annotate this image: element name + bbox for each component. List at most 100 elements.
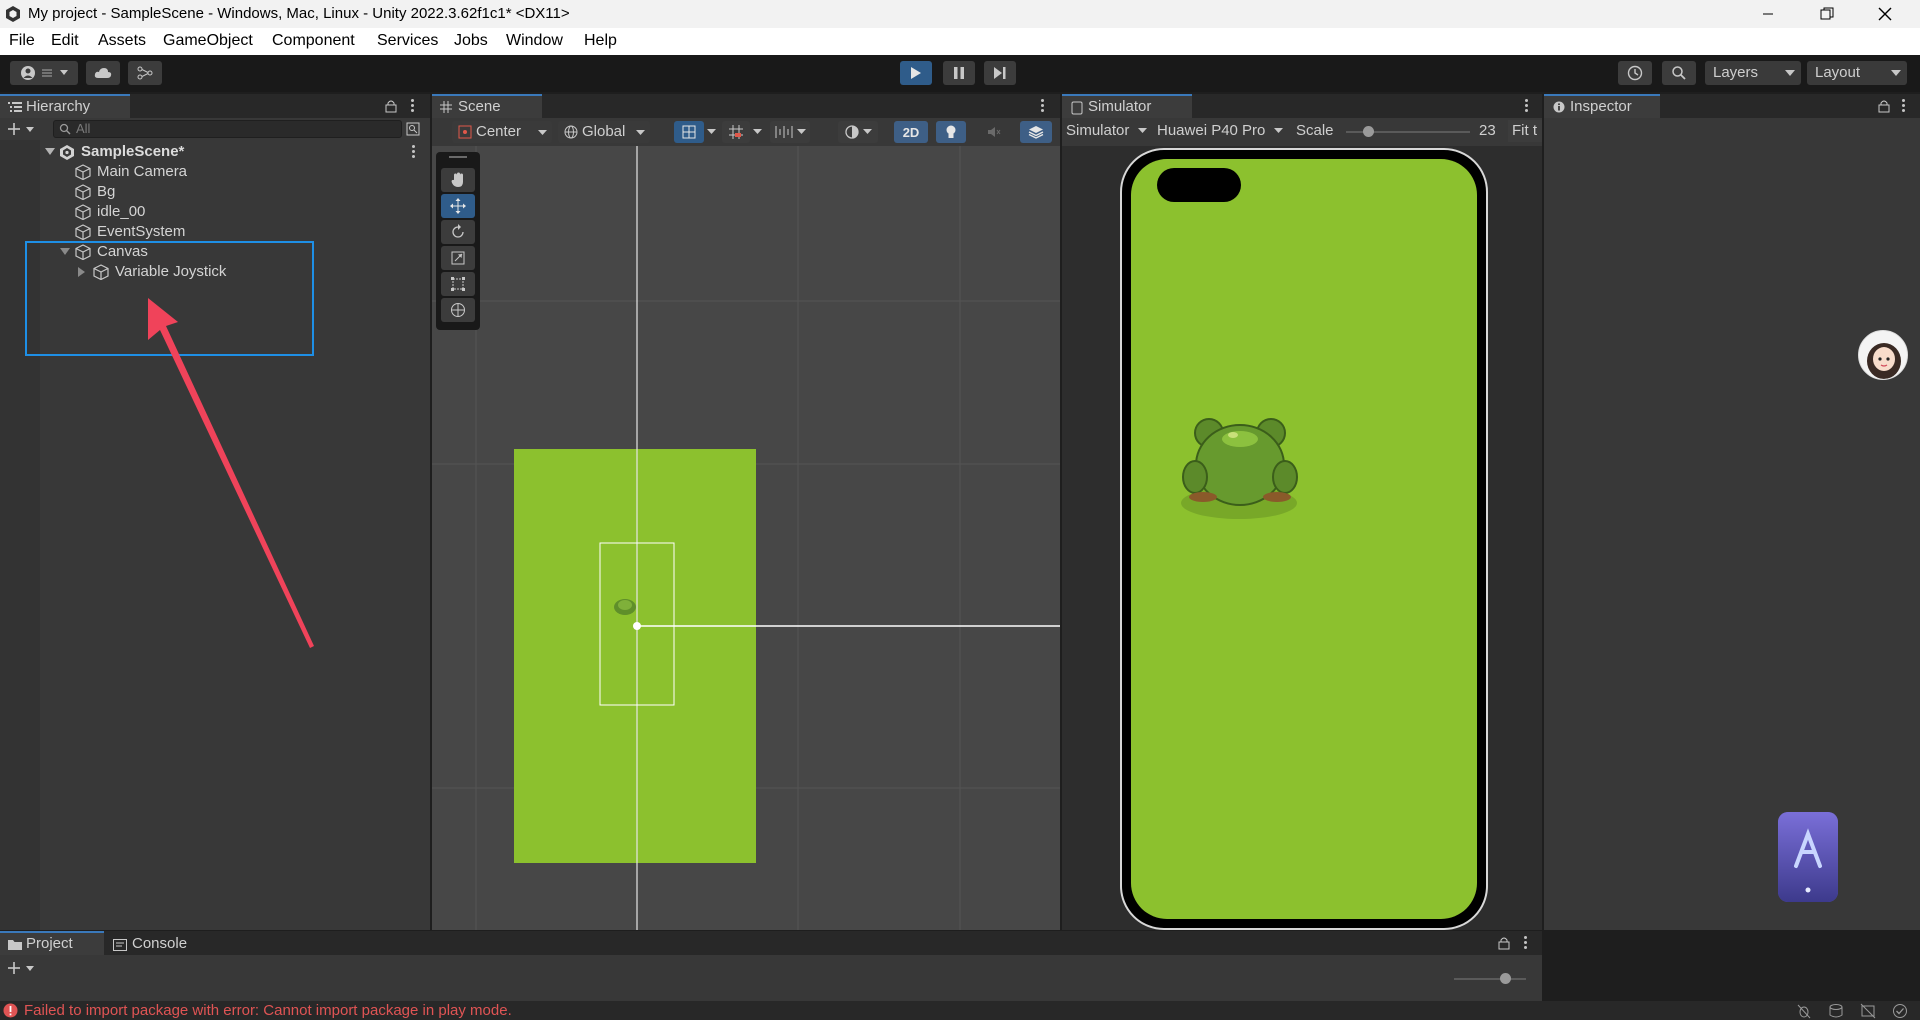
status-message[interactable]: Failed to import package with error: Can… — [24, 1002, 512, 1019]
effects-button[interactable] — [1020, 121, 1052, 143]
bottom-more-icon[interactable] — [1524, 936, 1528, 951]
more-options-icon[interactable] — [411, 99, 415, 114]
debug-icon[interactable] — [1796, 1003, 1812, 1019]
scene-row[interactable]: SampleScene* — [40, 142, 430, 162]
shading-sphere-icon — [844, 125, 859, 139]
draw-mode-button[interactable] — [838, 121, 878, 143]
speaker-muted-icon — [987, 125, 1001, 139]
item-label: Main Camera — [97, 163, 188, 180]
scale-icon — [451, 251, 465, 265]
assistant-avatar[interactable] — [1858, 330, 1908, 380]
transform-icon — [450, 302, 466, 318]
toggle-2d-button[interactable]: 2D — [894, 121, 928, 143]
item-label: EventSystem — [97, 223, 186, 240]
scene-tabbar: Scene — [432, 94, 1060, 118]
zoom-slider-thumb[interactable] — [1500, 973, 1511, 984]
tab-inspector[interactable]: Inspector — [1544, 94, 1660, 118]
add-icon[interactable] — [8, 961, 38, 975]
simulator-tabbar: Simulator — [1062, 94, 1542, 118]
grid-snap-button[interactable] — [722, 121, 750, 143]
rotate-icon — [450, 224, 466, 240]
drag-handle[interactable] — [449, 156, 467, 158]
chevron-down-icon — [538, 130, 547, 136]
tool-palette — [436, 152, 480, 330]
pivot-dropdown[interactable]: Center — [452, 121, 552, 143]
rotate-tool-button[interactable] — [441, 220, 475, 244]
rect-tool-button[interactable] — [441, 272, 475, 296]
hierarchy-panel-main: Hierarchy All SampleScene* Main Camera B… — [0, 94, 430, 930]
bottom-panel: Project Console — [0, 931, 1542, 1001]
transform-tool-button[interactable] — [441, 298, 475, 322]
hand-icon — [451, 172, 465, 188]
scene-more-icon[interactable] — [412, 145, 416, 160]
simulator-toolbar: Simulator Huawei P40 Pro Scale 23 Fit t — [1062, 118, 1542, 146]
search-by-type-icon[interactable] — [406, 122, 420, 136]
inspector-more-icon[interactable] — [1902, 99, 1906, 114]
add-icon[interactable] — [8, 122, 38, 136]
hierarchy-item-bg[interactable]: Bg — [75, 182, 115, 202]
simulator-tab-text: Simulator — [1088, 98, 1152, 115]
tab-simulator[interactable]: Simulator — [1062, 94, 1192, 118]
zoom-slider[interactable] — [1454, 973, 1526, 984]
scene-viewport[interactable] — [432, 146, 1060, 930]
network-off-icon[interactable] — [1860, 1003, 1876, 1019]
scene-name: SampleScene* — [81, 143, 185, 160]
lightbulb-icon — [945, 125, 957, 139]
hierarchy-item-eventsystem[interactable]: EventSystem — [75, 222, 185, 242]
space-label: Global — [582, 123, 626, 140]
scale-label: Scale — [1296, 122, 1334, 139]
cache-server-icon[interactable] — [1828, 1003, 1844, 1019]
tab-scene[interactable]: Scene — [432, 94, 542, 118]
expand-arrow-icon[interactable] — [45, 148, 55, 156]
scale-slider-thumb[interactable] — [1363, 126, 1374, 137]
snap-button[interactable] — [674, 121, 704, 143]
simulator-mode-dropdown[interactable]: Simulator — [1066, 122, 1147, 139]
chevron-down-icon — [636, 130, 645, 136]
tab-hierarchy-main[interactable]: Hierarchy — [0, 94, 130, 118]
lock-icon[interactable] — [385, 99, 397, 113]
lighting-button[interactable] — [936, 121, 966, 143]
increment-snap-button[interactable] — [770, 121, 810, 143]
inspector-tabbar: Inspector — [1544, 94, 1920, 118]
simulator-viewport[interactable] — [1120, 146, 1488, 930]
scale-slider[interactable] — [1346, 126, 1470, 137]
gameobject-icon — [75, 184, 91, 200]
simulator-panel: Simulator Simulator Huawei P40 Pro Scale… — [1062, 94, 1542, 930]
scale-tool-button[interactable] — [441, 246, 475, 270]
hierarchy-tabbar-main: Hierarchy — [0, 94, 430, 118]
chevron-down-icon[interactable] — [753, 129, 762, 135]
fit-to-screen-button[interactable]: Fit t — [1508, 120, 1542, 142]
move-tool-button[interactable] — [441, 194, 475, 218]
device-screen — [1131, 159, 1477, 919]
tab-project[interactable]: Project — [0, 931, 104, 955]
chevron-down-icon — [1137, 128, 1147, 134]
floating-app-widget[interactable] — [1778, 812, 1838, 902]
simulator-more-icon[interactable] — [1525, 99, 1529, 114]
lock-icon[interactable] — [1878, 99, 1890, 113]
lock-icon[interactable] — [1498, 936, 1510, 950]
space-dropdown[interactable]: Global — [558, 121, 650, 143]
chevron-down-icon — [1273, 128, 1283, 134]
editor: Hierarchy All SampleScene* Main Camera B… — [0, 0, 1920, 1020]
grid-snap-icon — [729, 125, 743, 139]
gameobject-icon — [75, 224, 91, 240]
hand-tool-button[interactable] — [441, 168, 475, 192]
device-dropdown[interactable]: Huawei P40 Pro — [1157, 122, 1283, 139]
hierarchy-item-idle[interactable]: idle_00 — [75, 202, 145, 222]
app-logo-icon — [1778, 812, 1838, 902]
ruler-icon — [775, 126, 793, 138]
audio-button[interactable] — [980, 121, 1008, 143]
pivot-icon — [458, 125, 472, 139]
chevron-down-icon — [796, 129, 806, 135]
check-circle-icon[interactable] — [1892, 1003, 1908, 1019]
scene-more-icon[interactable] — [1041, 99, 1045, 114]
gameobject-icon — [75, 164, 91, 180]
mode-2d-label: 2D — [902, 124, 920, 140]
frog-sprite — [1181, 418, 1298, 519]
chevron-down-icon[interactable] — [707, 129, 716, 135]
hierarchy-search-input[interactable]: All — [53, 120, 402, 138]
bottom-tabbar: Project Console — [0, 931, 1542, 955]
hierarchy-item-main-camera[interactable]: Main Camera — [75, 162, 187, 182]
move-icon — [450, 198, 466, 214]
tab-console[interactable]: Console — [106, 931, 206, 955]
